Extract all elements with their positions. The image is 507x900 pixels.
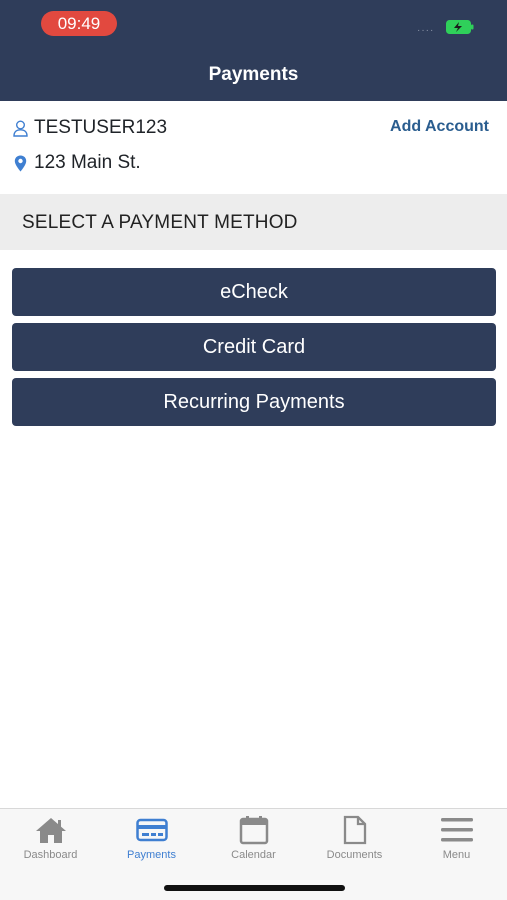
menu-icon xyxy=(440,818,473,842)
status-time: 09:49 xyxy=(41,11,117,36)
tab-label: Payments xyxy=(127,849,176,861)
tab-menu[interactable]: Menu xyxy=(406,809,507,869)
tab-label: Calendar xyxy=(231,849,276,861)
account-address: 123 Main St. xyxy=(34,152,141,173)
tab-dashboard[interactable]: Dashboard xyxy=(0,809,101,869)
add-account-link[interactable]: Add Account xyxy=(390,118,489,136)
app-header: 09:49 ···· Payments xyxy=(0,0,507,101)
echeck-button[interactable]: eCheck xyxy=(12,268,496,316)
tab-label: Menu xyxy=(442,849,471,861)
account-address-row: 123 Main St. xyxy=(12,151,141,175)
credit-card-button[interactable]: Credit Card xyxy=(12,323,496,371)
battery-charging-icon xyxy=(446,20,474,34)
account-username-row: TESTUSER123 xyxy=(12,116,167,140)
home-indicator[interactable] xyxy=(164,885,345,891)
account-username: TESTUSER123 xyxy=(34,117,168,138)
calendar-icon xyxy=(239,816,268,845)
tab-calendar[interactable]: Calendar xyxy=(203,809,304,869)
location-pin-icon xyxy=(12,154,28,172)
credit-card-icon xyxy=(135,818,168,842)
tab-documents[interactable]: Documents xyxy=(304,809,405,869)
recurring-payments-button[interactable]: Recurring Payments xyxy=(12,378,496,426)
page-title: Payments xyxy=(208,64,299,85)
user-icon xyxy=(12,119,28,137)
section-title: SELECT A PAYMENT METHOD xyxy=(22,212,298,233)
payment-method-section-header: SELECT A PAYMENT METHOD xyxy=(0,194,507,250)
tab-label: Dashboard xyxy=(23,849,78,861)
signal-icon: ···· xyxy=(417,25,435,36)
tab-payments[interactable]: Payments xyxy=(101,809,202,869)
home-icon xyxy=(35,818,66,843)
tab-label: Documents xyxy=(326,849,383,861)
document-icon xyxy=(343,815,366,845)
